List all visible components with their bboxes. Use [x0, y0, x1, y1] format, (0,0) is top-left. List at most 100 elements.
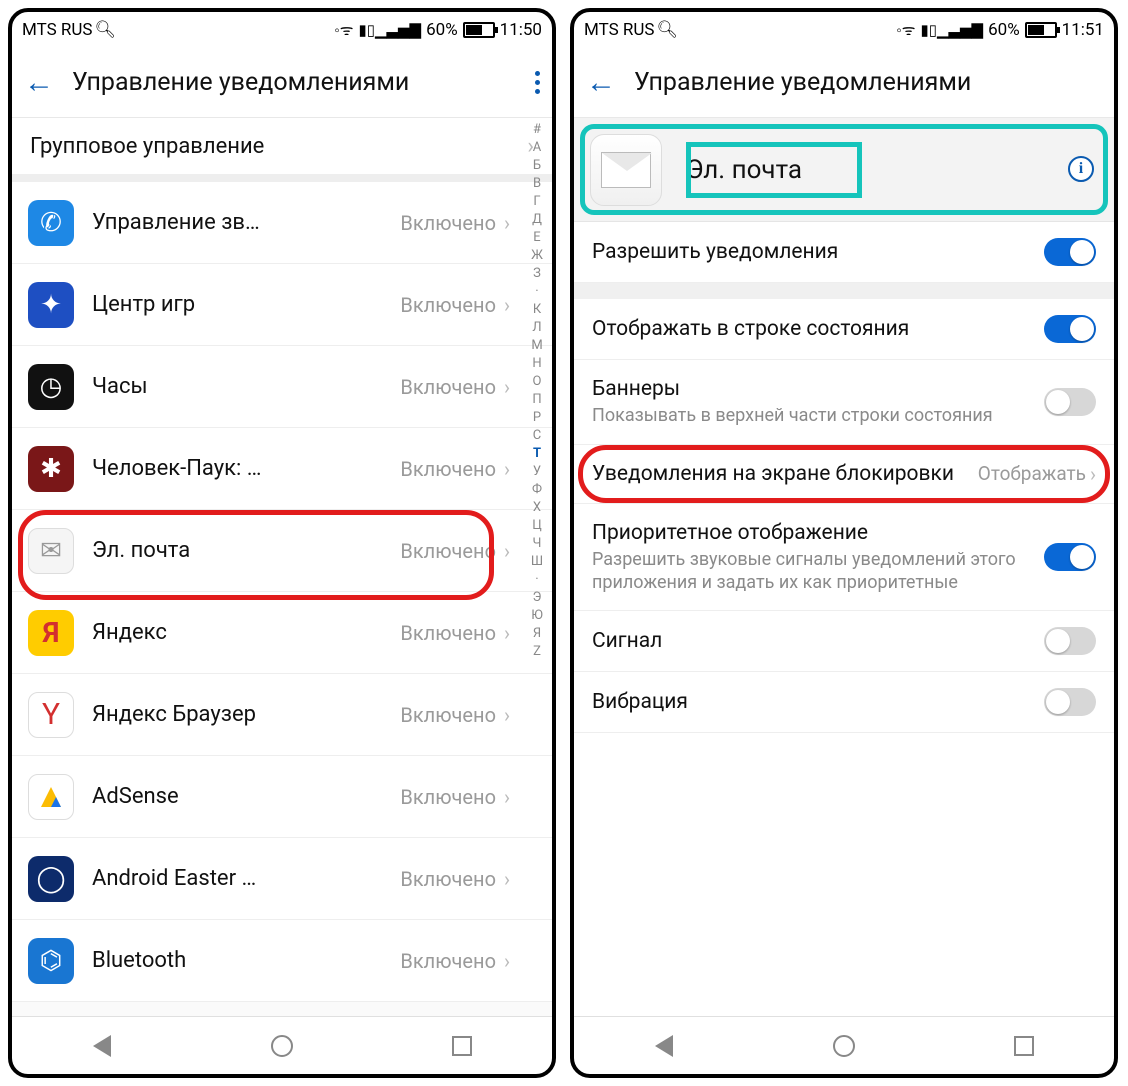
app-status: Включено: [400, 785, 496, 809]
index-letter[interactable]: Н: [532, 356, 541, 371]
app-status: Включено: [400, 293, 496, 317]
row-signal[interactable]: Сигнал: [574, 611, 1114, 672]
index-letter[interactable]: Х: [533, 500, 541, 515]
index-letter[interactable]: Р: [533, 410, 541, 425]
app-label: Bluetooth: [92, 948, 400, 973]
index-letter[interactable]: П: [532, 392, 541, 407]
row-vibration[interactable]: Вибрация: [574, 672, 1114, 733]
nav-home-button[interactable]: [829, 1031, 859, 1061]
index-letter[interactable]: Ш: [531, 554, 543, 569]
nav-home-button[interactable]: [267, 1031, 297, 1061]
row-allow-notifications[interactable]: Разрешить уведомления: [574, 222, 1114, 283]
index-letter[interactable]: А: [533, 140, 541, 155]
app-row-spider[interactable]: ✱Человек-Паук: …Включено›: [12, 428, 552, 510]
status-bar: MTS RUS🔍︎ ◦ᯤ ▮▯▁▃▅▇ 60% 11:50: [12, 12, 552, 48]
index-letter[interactable]: В: [533, 176, 541, 191]
screenshot-left: MTS RUS🔍︎ ◦ᯤ ▮▯▁▃▅▇ 60% 11:50 ← Управлен…: [8, 8, 556, 1078]
index-letter[interactable]: Ч: [533, 536, 542, 551]
carrier-label: MTS RUS: [584, 20, 655, 40]
page-title: Управление уведомлениями: [72, 68, 535, 97]
row-label: Отображать в строке состояния: [592, 316, 1032, 342]
toggle-vibration[interactable]: [1044, 688, 1096, 716]
index-letter[interactable]: Ц: [532, 518, 542, 533]
index-letter[interactable]: Я: [533, 626, 541, 641]
toggle-allow[interactable]: [1044, 238, 1096, 266]
clock: 11:51: [1062, 20, 1104, 40]
toggle-signal[interactable]: [1044, 627, 1096, 655]
index-letter[interactable]: Ж: [531, 248, 543, 263]
toggle-priority[interactable]: [1044, 543, 1096, 571]
app-row-yb[interactable]: YЯндекс БраузерВключено›: [12, 674, 552, 756]
nav-recents-button[interactable]: [1009, 1031, 1039, 1061]
signal-icon: ▮▯▁▃▅▇: [358, 21, 421, 39]
battery-pct: 60%: [426, 20, 458, 40]
nav-back-button[interactable]: [87, 1031, 117, 1061]
app-row-clock[interactable]: ◷ЧасыВключено›: [12, 346, 552, 428]
nav-back-button[interactable]: [649, 1031, 679, 1061]
app-row-mail[interactable]: ✉︎Эл. почтаВключено›: [12, 510, 552, 592]
mail-app-icon: [590, 134, 662, 206]
toggle-banners[interactable]: [1044, 388, 1096, 416]
index-letter[interactable]: ·: [535, 284, 538, 299]
row-statusbar[interactable]: Отображать в строке состояния: [574, 283, 1114, 360]
clock: 11:50: [500, 20, 542, 40]
battery-pct: 60%: [988, 20, 1020, 40]
toggle-statusbar[interactable]: [1044, 315, 1096, 343]
nav-recents-button[interactable]: [447, 1031, 477, 1061]
back-button[interactable]: ←: [586, 65, 616, 100]
app-status: Включено: [400, 949, 496, 973]
row-priority[interactable]: Приоритетное отображение Разрешить звуко…: [574, 504, 1114, 611]
overflow-menu-button[interactable]: [535, 71, 540, 94]
app-header: ← Управление уведомлениями: [574, 48, 1114, 118]
group-management-row[interactable]: Групповое управление ›: [12, 118, 552, 182]
wifi-icon: ◦ᯤ: [334, 20, 353, 40]
info-icon[interactable]: i: [1068, 156, 1094, 182]
row-banners[interactable]: Баннеры Показывать в верхней части строк…: [574, 360, 1114, 445]
app-status: Включено: [400, 867, 496, 891]
app-row-puzzle[interactable]: ✦Центр игрВключено›: [12, 264, 552, 346]
app-status: Включено: [400, 211, 496, 235]
index-letter[interactable]: Э: [533, 590, 542, 605]
scroll-area[interactable]: Групповое управление › ✆Управление зв…Вк…: [12, 118, 552, 1016]
chevron-right-icon: ›: [504, 867, 510, 891]
app-label: Android Easter …: [92, 866, 400, 891]
index-letter[interactable]: М: [531, 338, 542, 353]
app-row-phone[interactable]: ✆Управление зв…Включено›: [12, 182, 552, 264]
row-sublabel: Показывать в верхней части строки состоя…: [592, 405, 1032, 428]
row-label: Уведомления на экране блокировки: [592, 461, 966, 487]
index-letter[interactable]: К: [533, 302, 541, 317]
app-status: Включено: [400, 457, 496, 481]
app-row-ad[interactable]: AdSenseВключено›: [12, 756, 552, 838]
row-lockscreen[interactable]: Уведомления на экране блокировки Отображ…: [574, 445, 1114, 504]
index-letter[interactable]: Z: [533, 644, 541, 659]
app-info-header: Эл. почта i: [574, 118, 1114, 222]
index-letter[interactable]: #: [533, 122, 541, 137]
index-letter[interactable]: Д: [532, 212, 542, 227]
app-row-ae[interactable]: ◯Android Easter …Включено›: [12, 838, 552, 920]
index-letter[interactable]: С: [533, 428, 541, 443]
index-letter[interactable]: О: [533, 374, 542, 389]
index-letter[interactable]: Ю: [531, 608, 543, 623]
app-row-ya[interactable]: ЯЯндексВключено›: [12, 592, 552, 674]
search-icon: 🔍︎: [657, 20, 679, 40]
app-label: Часы: [92, 374, 400, 399]
back-button[interactable]: ←: [24, 65, 54, 100]
app-row-bt[interactable]: ⌬BluetoothВключено›: [12, 920, 552, 1002]
nav-bar: [12, 1016, 552, 1074]
alpha-index-rail[interactable]: # АБВГДЕЖЗ · КЛМНОПРСТУФХЦЧШ · ЭЮЯZ: [526, 118, 548, 659]
scroll-area[interactable]: Эл. почта i Разрешить уведомления Отобра…: [574, 118, 1114, 1016]
app-label: AdSense: [92, 784, 400, 809]
index-letter[interactable]: Л: [532, 320, 541, 335]
row-label: Сигнал: [592, 628, 1032, 654]
index-letter[interactable]: Е: [533, 230, 540, 245]
app-label: Яндекс: [92, 620, 400, 645]
index-letter[interactable]: З: [533, 266, 541, 281]
index-letter[interactable]: ·: [535, 572, 538, 587]
index-letter[interactable]: Ф: [532, 482, 542, 497]
index-letter[interactable]: Г: [533, 194, 540, 209]
index-letter[interactable]: Б: [533, 158, 541, 173]
index-letter[interactable]: Т: [533, 446, 541, 461]
index-letter[interactable]: У: [533, 464, 541, 479]
search-icon: 🔍︎: [95, 20, 117, 40]
app-header: ← Управление уведомлениями: [12, 48, 552, 118]
